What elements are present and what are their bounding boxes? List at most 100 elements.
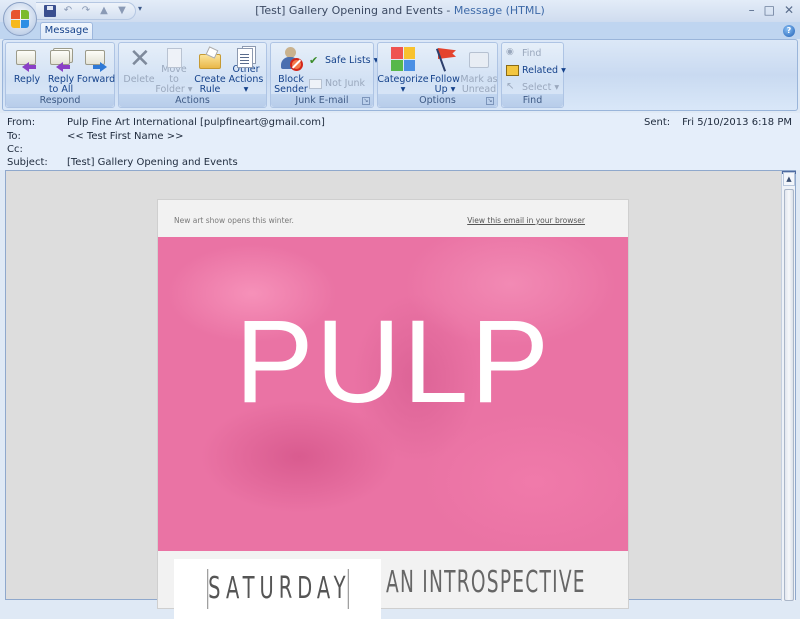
select-label: Select ▾ bbox=[522, 82, 560, 93]
group-respond: Reply Reply to All Forward Respond bbox=[5, 42, 115, 108]
delete-icon: ✕ bbox=[129, 44, 151, 74]
to-value[interactable]: << Test First Name >> bbox=[67, 131, 183, 142]
ribbon-tab-row: Message ? bbox=[0, 22, 800, 39]
office-logo-icon bbox=[11, 10, 29, 28]
group-actions: ✕ Delete Move to Folder ▾ Create Rule Othe… bbox=[118, 42, 267, 108]
not-junk-icon bbox=[309, 78, 322, 89]
preheader-text: New art show opens this winter. bbox=[174, 216, 294, 225]
close-icon[interactable]: ✕ bbox=[784, 3, 794, 17]
quick-access-toolbar: ↶ ↷ ▲ ▼ bbox=[36, 2, 136, 20]
group-find: ◉ Find Related ▾ ↖ Select ▾ Find bbox=[501, 42, 566, 108]
other-actions-label: Other Actions ▾ bbox=[228, 64, 264, 95]
group-label-options: Options bbox=[378, 94, 497, 107]
other-actions-icon bbox=[233, 46, 259, 68]
reply-all-label: Reply to All bbox=[47, 74, 75, 95]
save-icon[interactable] bbox=[44, 5, 56, 17]
categorize-icon bbox=[390, 46, 416, 72]
group-label-find: Find bbox=[502, 94, 563, 107]
reply-icon bbox=[14, 46, 40, 72]
reply-button[interactable]: Reply bbox=[8, 45, 46, 95]
options-dialog-launcher-icon[interactable]: ↘ bbox=[486, 97, 494, 105]
find-label: Find bbox=[522, 48, 542, 59]
sent-value: Fri 5/10/2013 6:18 PM bbox=[682, 117, 792, 128]
move-to-folder-button[interactable]: Move to Folder ▾ bbox=[155, 45, 193, 95]
junk-email-dialog-launcher-icon[interactable]: ↘ bbox=[362, 97, 370, 105]
select-button[interactable]: ↖ Select ▾ bbox=[506, 80, 559, 95]
reply-all-icon bbox=[48, 46, 74, 72]
categorize-button[interactable]: Categorize ▾ bbox=[377, 45, 429, 95]
reply-all-button[interactable]: Reply to All bbox=[42, 45, 80, 95]
follow-up-flag-icon bbox=[432, 46, 458, 72]
block-sender-icon bbox=[278, 46, 304, 72]
group-label-respond: Respond bbox=[6, 94, 114, 107]
create-rule-button[interactable]: Create Rule bbox=[191, 45, 229, 95]
find-button[interactable]: ◉ Find bbox=[506, 46, 541, 61]
group-options: Categorize ▾ Follow Up ▾ Mark as Unread Opt… bbox=[377, 42, 498, 108]
view-in-browser-link[interactable]: View this email in your browser bbox=[467, 216, 585, 225]
group-label-actions: Actions bbox=[119, 94, 266, 107]
help-icon[interactable]: ? bbox=[783, 25, 795, 37]
undo-icon[interactable]: ↶ bbox=[62, 5, 74, 17]
subject-label: Subject: bbox=[7, 157, 48, 168]
office-button[interactable] bbox=[3, 2, 37, 36]
move-to-folder-icon bbox=[161, 46, 187, 68]
message-body: New art show opens this winter. View thi… bbox=[5, 170, 796, 619]
sent-label: Sent: bbox=[644, 117, 671, 128]
redo-icon[interactable]: ↷ bbox=[80, 5, 92, 17]
day-label: SATURDAY bbox=[207, 569, 349, 609]
subject-value: [Test] Gallery Opening and Events bbox=[67, 157, 238, 168]
previous-item-icon[interactable]: ▲ bbox=[98, 5, 110, 17]
delete-label: Delete bbox=[123, 74, 155, 85]
not-junk-label: Not Junk bbox=[325, 78, 366, 89]
select-cursor-icon: ↖ bbox=[506, 81, 515, 92]
sent-row: Sent: Fri 5/10/2013 6:18 PM bbox=[644, 117, 792, 128]
scroll-up-icon[interactable]: ▲ bbox=[783, 172, 795, 186]
reply-label: Reply bbox=[13, 74, 41, 85]
window-title-subject: [Test] Gallery Opening and Events bbox=[255, 4, 443, 17]
from-label: From: bbox=[7, 117, 36, 128]
forward-icon bbox=[83, 46, 109, 72]
maximize-icon[interactable]: □ bbox=[764, 3, 775, 17]
to-label: To: bbox=[7, 131, 21, 142]
block-sender-button[interactable]: Block Sender bbox=[272, 45, 310, 95]
cc-label: Cc: bbox=[7, 144, 23, 155]
from-value[interactable]: Pulp Fine Art International [pulpfineart… bbox=[67, 117, 325, 128]
event-headline: AN INTROSPECTIVE bbox=[386, 565, 586, 600]
tab-message[interactable]: Message bbox=[40, 22, 93, 39]
block-sender-label: Block Sender bbox=[274, 74, 308, 95]
safe-lists-label: Safe Lists ▾ bbox=[325, 55, 379, 66]
not-junk-button[interactable]: Not Junk bbox=[309, 76, 365, 91]
binoculars-icon: ◉ bbox=[506, 47, 514, 57]
scrollbar-thumb[interactable] bbox=[784, 189, 794, 601]
forward-label: Forward bbox=[76, 74, 116, 85]
related-label: Related ▾ bbox=[522, 65, 566, 76]
hero-banner[interactable]: PULP bbox=[158, 237, 628, 551]
group-label-junk-email: Junk E-mail bbox=[271, 94, 373, 107]
other-actions-button[interactable]: Other Actions ▾ bbox=[227, 45, 265, 95]
create-rule-label: Create Rule bbox=[194, 74, 226, 95]
vertical-scrollbar[interactable]: ▲ bbox=[781, 171, 796, 601]
group-junk-email: Block Sender ✔ Safe Lists ▾ Not Junk Junk… bbox=[270, 42, 378, 108]
customize-qat-icon[interactable]: ▾ bbox=[138, 4, 142, 13]
window-title-separator: - bbox=[442, 4, 454, 17]
move-to-folder-label: Move to Folder ▾ bbox=[155, 64, 193, 95]
forward-button[interactable]: Forward bbox=[77, 45, 115, 95]
related-button[interactable]: Related ▾ bbox=[506, 63, 566, 78]
window-controls: – □ ✕ bbox=[749, 3, 794, 17]
mark-as-unread-icon bbox=[466, 46, 492, 72]
categorize-label: Categorize ▾ bbox=[377, 74, 429, 95]
delete-button[interactable]: ✕ Delete bbox=[120, 45, 158, 95]
mark-as-unread-button[interactable]: Mark as Unread bbox=[460, 45, 498, 95]
follow-up-label: Follow Up ▾ bbox=[430, 74, 460, 95]
mark-as-unread-label: Mark as Unread bbox=[460, 74, 498, 95]
next-item-icon[interactable]: ▼ bbox=[116, 5, 128, 17]
safe-lists-icon: ✔ bbox=[309, 54, 319, 67]
related-icon bbox=[506, 65, 519, 76]
window-title-app: Message (HTML) bbox=[453, 4, 545, 17]
minimize-icon[interactable]: – bbox=[749, 3, 755, 17]
follow-up-button[interactable]: Follow Up ▾ bbox=[426, 45, 464, 95]
email-content: New art show opens this winter. View thi… bbox=[157, 199, 629, 619]
safe-lists-button[interactable]: ✔ Safe Lists ▾ bbox=[309, 53, 378, 68]
ribbon: Reply Reply to All Forward Respond ✕ Dele… bbox=[2, 39, 798, 111]
message-header: From: Pulp Fine Art International [pulpf… bbox=[0, 113, 800, 170]
